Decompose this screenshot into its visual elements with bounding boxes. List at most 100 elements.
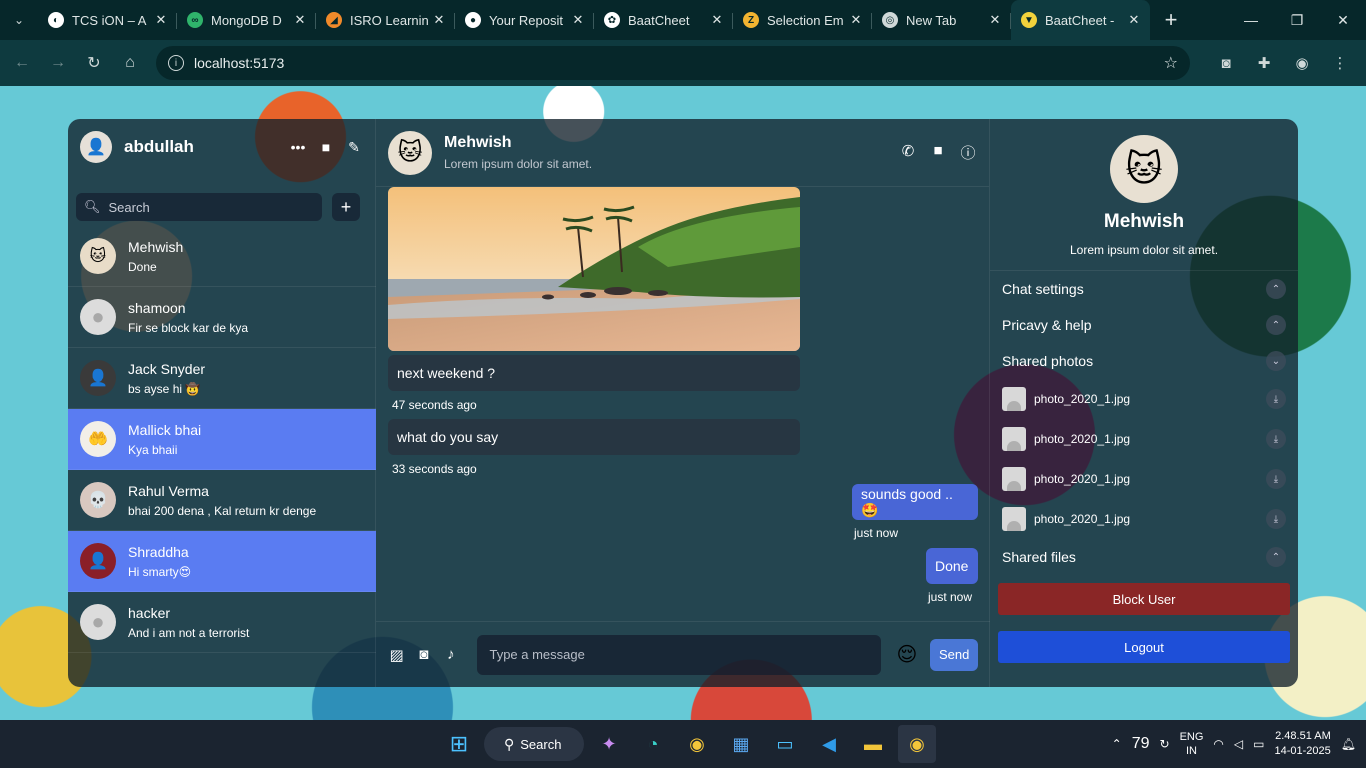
tab-close-icon[interactable]: ✕ (709, 12, 725, 28)
minimize-icon[interactable]: — (1228, 0, 1274, 40)
download-icon[interactable]: ⤓ (1266, 469, 1286, 489)
tab-6[interactable]: ◎ New Tab ✕ (872, 4, 1011, 36)
chat-item-jack-snyder[interactable]: 👤 Jack Snyder bs ayse hi 🤠 (68, 348, 376, 409)
chat-item-hacker[interactable]: ● hacker And i am not a terrorist (68, 592, 376, 653)
copilot-icon[interactable]: ✦ (590, 725, 628, 763)
close-window-icon[interactable]: ✕ (1320, 0, 1366, 40)
message-input-box[interactable] (477, 634, 882, 675)
clock[interactable]: 2.48.51 AM 14-01-2025 (1274, 729, 1330, 759)
search-input[interactable] (108, 199, 309, 215)
image-icon[interactable]: ▨ (388, 646, 405, 664)
section-chat-settings[interactable]: Chat settings ⌃ (990, 271, 1298, 307)
wifi-icon[interactable]: ◠ (1213, 737, 1223, 751)
more-dots-icon[interactable]: ••• (289, 139, 307, 156)
tab-3[interactable]: ● Your Reposit ✕ (455, 4, 594, 36)
extensions-puzzle-icon[interactable]: ✚ (1248, 46, 1280, 80)
sync-icon[interactable]: ↻ (1160, 737, 1170, 751)
emoji-icon[interactable]: 😌 (895, 642, 918, 667)
tab-7-active[interactable]: ▼ BaatCheet - ✕ (1011, 0, 1150, 40)
tab-title: BaatCheet (628, 12, 690, 28)
chevron-up-icon[interactable]: ⌃ (1266, 547, 1286, 567)
shared-photo-item[interactable]: photo_2020_1.jpg ⤓ (990, 459, 1298, 499)
back-arrow-icon[interactable]: ← (4, 45, 40, 81)
tab-close-icon[interactable]: ✕ (848, 12, 864, 28)
battery-icon[interactable]: ▭ (1253, 737, 1264, 751)
send-button[interactable]: Send (930, 638, 978, 671)
shared-photo-item[interactable]: photo_2020_1.jpg ⤓ (990, 379, 1298, 419)
download-icon[interactable]: ⤓ (1266, 429, 1286, 449)
chat-item-mallick-bhai[interactable]: 🤲 Mallick bhai Kya bhaii (68, 409, 376, 470)
video-camera-icon[interactable]: ■ (929, 142, 947, 163)
address-bar[interactable]: i localhost:5173 ☆ (156, 46, 1190, 80)
message-text: sounds good ..🤩 (861, 485, 953, 518)
restore-icon[interactable]: ❐ (1274, 0, 1320, 40)
store-icon[interactable]: ▦ (722, 725, 760, 763)
message-input[interactable] (489, 647, 870, 662)
block-user-button[interactable]: Block User (998, 583, 1290, 615)
tab-close-icon[interactable]: ✕ (292, 12, 308, 28)
chrome-icon[interactable]: ◉ (678, 725, 716, 763)
reload-icon[interactable]: ↻ (76, 45, 112, 81)
chevron-up-icon[interactable]: ⌃ (1266, 279, 1286, 299)
tab-search-chevron-icon[interactable]: ⌄ (0, 0, 38, 40)
profile-avatar-icon[interactable]: ◉ (1286, 46, 1318, 80)
site-info-icon[interactable]: i (168, 55, 184, 71)
shared-photo-item[interactable]: photo_2020_1.jpg ⤓ (990, 419, 1298, 459)
home-icon[interactable]: ⌂ (112, 45, 148, 81)
edit-icon[interactable]: ✎ (345, 139, 363, 156)
taskbar-search[interactable]: ⚲ Search (484, 727, 584, 761)
screenshot-camera-icon[interactable]: ◙ (1210, 46, 1242, 80)
chevron-down-icon[interactable]: ⌄ (1266, 351, 1286, 371)
video-camera-icon[interactable]: ■ (317, 139, 335, 156)
download-icon[interactable]: ⤓ (1266, 389, 1286, 409)
tab-1[interactable]: ∞ MongoDB D ✕ (177, 4, 316, 36)
file-explorer-icon[interactable]: ▬ (854, 725, 892, 763)
chat-item-shraddha[interactable]: 👤 Shraddha Hi smarty😍 (68, 531, 376, 592)
tab-close-icon[interactable]: ✕ (570, 12, 586, 28)
section-shared-photos[interactable]: Shared photos ⌄ (990, 343, 1298, 379)
tab-0[interactable]: ◐ TCS iON – A ✕ (38, 4, 177, 36)
tray-chevron-up-icon[interactable]: ⌃ (1112, 737, 1122, 751)
shared-beach-photo[interactable] (388, 187, 800, 351)
user-avatar[interactable]: 👤 (80, 131, 112, 163)
tab-close-icon[interactable]: ✕ (431, 12, 447, 28)
forward-arrow-icon[interactable]: → (40, 45, 76, 81)
bookmark-star-icon[interactable]: ☆ (1164, 53, 1178, 73)
chrome-profile-icon[interactable]: ◉ (898, 725, 936, 763)
chevron-up-icon[interactable]: ⌃ (1266, 315, 1286, 335)
notification-bell-icon[interactable]: 🔔︎ (1341, 737, 1356, 751)
contact-avatar[interactable]: 🐱 (388, 130, 432, 175)
search-box[interactable]: 🔍︎ (76, 193, 322, 221)
microphone-icon[interactable]: ♪ (442, 646, 459, 663)
search-row: 🔍︎ + (68, 175, 375, 227)
info-icon[interactable]: ⓘ (959, 142, 977, 163)
chat-item-mehwish[interactable]: 🐱 Mehwish Done (68, 226, 376, 287)
tab-5[interactable]: Z Selection Em ✕ (733, 4, 872, 36)
section-shared-files[interactable]: Shared files ⌃ (990, 539, 1298, 575)
tab-7-vite-icon: ▼ (1021, 12, 1037, 28)
camera-icon[interactable]: ◙ (415, 646, 432, 663)
download-icon[interactable]: ⤓ (1266, 509, 1286, 529)
chat-item-rahul-verma[interactable]: 💀 Rahul Verma bhai 200 dena , Kal return… (68, 470, 376, 531)
phone-icon[interactable]: ✆ (899, 142, 917, 163)
chat-item-shamoon[interactable]: ● shamoon Fir se block kar de kya (68, 287, 376, 348)
language-indicator[interactable]: ENG IN (1180, 730, 1204, 758)
vscode-icon[interactable]: ◀ (810, 725, 848, 763)
weather-temperature[interactable]: 79 (1132, 735, 1150, 753)
shared-photo-item[interactable]: photo_2020_1.jpg ⤓ (990, 499, 1298, 539)
tab-4[interactable]: ✿ BaatCheet ✕ (594, 4, 733, 36)
new-tab-plus-icon[interactable]: + (1156, 7, 1186, 33)
section-privacy-help[interactable]: Pricavy & help ⌃ (990, 307, 1298, 343)
taskbar-apps: ⊞ ⚲ Search ✦ ◔ ◉ ▦ ▭ ◀ ▬ ◉ (440, 720, 936, 768)
tab-close-icon[interactable]: ✕ (1126, 12, 1142, 28)
volume-icon[interactable]: ◁ (1234, 737, 1243, 751)
add-user-button[interactable]: + (332, 193, 360, 221)
logout-button[interactable]: Logout (998, 631, 1290, 663)
tab-2[interactable]: ◢ ISRO Learnin ✕ (316, 4, 455, 36)
menu-kebab-icon[interactable]: ⋮ (1324, 46, 1356, 80)
tab-close-icon[interactable]: ✕ (987, 12, 1003, 28)
tab-close-icon[interactable]: ✕ (153, 12, 169, 28)
remote-desktop-icon[interactable]: ▭ (766, 725, 804, 763)
edge-icon[interactable]: ◔ (634, 725, 672, 763)
windows-start-icon[interactable]: ⊞ (440, 725, 478, 763)
